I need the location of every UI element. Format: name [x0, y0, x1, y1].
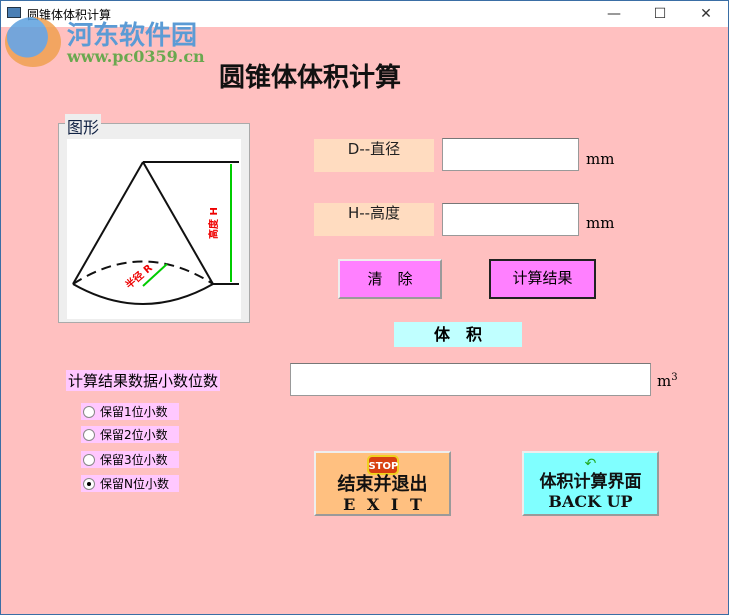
- radio-label: 保留1位小数: [100, 405, 168, 419]
- page-title: 圆锥体体积计算: [219, 63, 402, 93]
- compute-button[interactable]: 计算结果: [489, 259, 596, 299]
- height-label-field: H--高度: [314, 203, 434, 236]
- radio-label: 保留2位小数: [100, 428, 168, 442]
- minimize-button[interactable]: —: [591, 1, 637, 27]
- cone-diagram: 高度 H 半径 R: [67, 139, 241, 319]
- watermark-url: www.pc0359.cn: [67, 47, 205, 66]
- radio-decimals-n[interactable]: 保留N位小数: [81, 475, 179, 492]
- maximize-button[interactable]: ☐: [637, 1, 683, 27]
- diameter-input[interactable]: [442, 138, 579, 171]
- diameter-label: D--直径: [314, 139, 434, 172]
- height-label: 高度 H: [207, 207, 220, 239]
- volume-unit-text: m: [657, 372, 672, 390]
- back-label-en: BACK UP: [548, 492, 633, 511]
- figure-group-label: 图形: [65, 114, 102, 138]
- close-button[interactable]: ✕: [683, 1, 729, 27]
- volume-label: 体 积: [394, 322, 522, 347]
- back-label-cn: 体积计算界面: [539, 472, 642, 492]
- exit-label-cn: 结束并退出: [337, 474, 428, 495]
- stop-icon: STOP: [366, 455, 399, 475]
- exit-button[interactable]: STOP 结束并退出 E X I T: [314, 451, 451, 516]
- clear-button[interactable]: 清 除: [338, 259, 442, 299]
- radio-decimals-1[interactable]: 保留1位小数: [81, 403, 179, 420]
- radio-circle-selected[interactable]: [83, 477, 95, 490]
- volume-result-field[interactable]: [290, 363, 651, 396]
- radio-decimals-2[interactable]: 保留2位小数: [81, 426, 179, 443]
- app-icon: [7, 7, 21, 18]
- diameter-unit: mm: [586, 150, 615, 168]
- radio-circle[interactable]: [83, 453, 95, 466]
- volume-unit-exponent: 3: [671, 372, 678, 383]
- volume-unit: m3: [657, 372, 678, 390]
- watermark-logo: [5, 17, 61, 67]
- radio-label: 保留3位小数: [100, 453, 168, 467]
- decimals-label: 计算结果数据小数位数: [66, 370, 221, 391]
- radio-label: 保留N位小数: [100, 477, 169, 491]
- back-arrow-icon: ↶: [584, 456, 597, 472]
- figure-group: 图形 高度 H 半径 R: [58, 114, 250, 323]
- radio-circle[interactable]: [83, 428, 95, 441]
- exit-label-en: E X I T: [343, 495, 422, 514]
- height-input[interactable]: [442, 203, 579, 236]
- height-unit: mm: [586, 214, 615, 232]
- radio-circle[interactable]: [83, 405, 95, 418]
- back-button[interactable]: ↶ 体积计算界面 BACK UP: [522, 451, 659, 516]
- radio-decimals-3[interactable]: 保留3位小数: [81, 451, 179, 468]
